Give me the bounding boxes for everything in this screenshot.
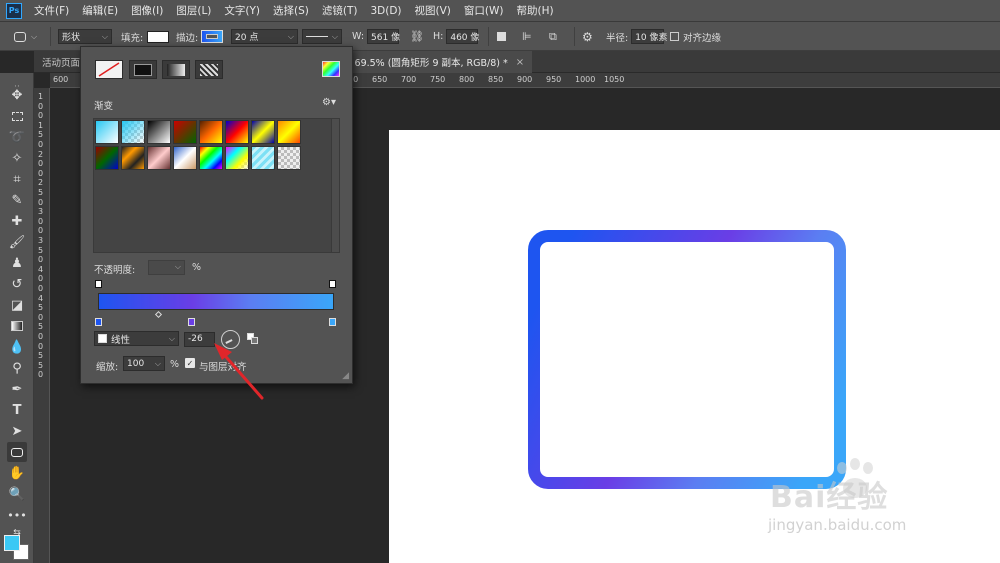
watermark-url: jingyan.baidu.com [768, 516, 907, 534]
baidu-watermark: Bai经验 jingyan.baidu.com [760, 458, 950, 548]
foreground-color-swatch[interactable] [4, 535, 20, 551]
watermark-brand: Bai经验 [770, 480, 889, 515]
